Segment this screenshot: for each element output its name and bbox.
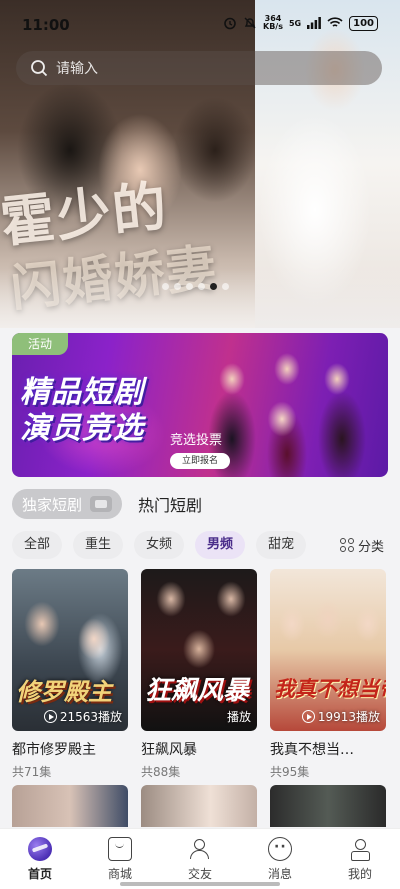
nav-label: 我的 xyxy=(347,867,372,881)
nav-friends[interactable]: 交友 xyxy=(160,829,240,889)
play-icon xyxy=(301,710,315,723)
play-count-text: 播放 xyxy=(226,710,251,724)
drama-episodes: 共71集 xyxy=(12,765,52,779)
drama-poster-partial[interactable] xyxy=(270,785,386,827)
nav-profile[interactable]: 我的 xyxy=(320,829,400,889)
play-count-text: 21563播放 xyxy=(59,710,122,724)
net-speed: 364 KB/s xyxy=(263,14,283,31)
nav-mall[interactable]: 商城 xyxy=(80,829,160,889)
carousel-dot[interactable] xyxy=(198,283,205,290)
drama-episodes: 共95集 xyxy=(270,765,310,779)
drama-card[interactable]: 修罗殿主 21563播放 都市修罗殿主 共71集 xyxy=(12,569,128,780)
classify-button[interactable]: 分类 xyxy=(330,531,400,559)
message-icon xyxy=(268,837,292,861)
drama-name[interactable]: 我真不想当… xyxy=(270,739,386,759)
tab-label: 独家短剧 xyxy=(22,495,83,514)
nav-label: 消息 xyxy=(267,867,292,881)
bottom-nav: 首页 商城 交友 消息 我的 xyxy=(0,828,400,889)
status-time: 11:00 xyxy=(22,16,70,34)
classify-label: 分类 xyxy=(358,539,385,555)
nav-label: 商城 xyxy=(107,867,132,881)
drama-grid: 修罗殿主 21563播放 都市修罗殿主 共71集 狂飙风暴 播放 狂飙风暴 共8… xyxy=(12,569,386,780)
search-input[interactable]: 请输入 xyxy=(56,58,98,78)
carousel-dots[interactable] xyxy=(162,283,229,290)
carousel-dot-active[interactable] xyxy=(210,283,217,290)
signal-label: 5G xyxy=(288,18,302,28)
event-tag: 活动 xyxy=(12,333,68,355)
drama-card[interactable]: 狂飙风暴 播放 狂飙风暴 共88集 xyxy=(141,569,257,780)
chip-female[interactable]: 女频 xyxy=(134,531,185,559)
carousel-dot[interactable] xyxy=(174,283,181,290)
home-icon xyxy=(28,837,52,861)
drama-grid-next-row xyxy=(12,785,386,827)
chip-male[interactable]: 男频 xyxy=(195,531,246,559)
tab-hot-dramas[interactable]: 热门短剧 xyxy=(138,492,202,516)
play-count: 21563播放 xyxy=(43,708,122,725)
main-tabs: 独家短剧 热门短剧 xyxy=(12,489,202,519)
nav-messages[interactable]: 消息 xyxy=(240,829,320,889)
poster-title: 狂飙风暴 xyxy=(145,676,250,706)
chip-all[interactable]: 全部 xyxy=(12,531,63,559)
signup-button[interactable]: 立即报名 xyxy=(170,453,230,469)
chip-sweet[interactable]: 甜宠 xyxy=(256,531,307,559)
mute-bell-icon xyxy=(244,17,256,29)
banner-title-line2: 演员竞选 xyxy=(20,411,144,446)
battery-indicator: 100 xyxy=(349,15,378,31)
drama-card[interactable]: 我真不想当帝师啊 19913播放 我真不想当… 共95集 xyxy=(270,569,386,780)
play-count-text: 19913播放 xyxy=(317,710,380,724)
drama-poster[interactable]: 狂飙风暴 播放 xyxy=(141,569,257,731)
friends-icon xyxy=(188,837,212,861)
alarm-icon xyxy=(224,17,236,30)
status-icons: 364 KB/s 5G 100 xyxy=(223,15,378,31)
drama-poster-partial[interactable] xyxy=(141,785,257,827)
drama-name[interactable]: 都市修罗殿主 xyxy=(12,739,128,759)
carousel-dot[interactable] xyxy=(162,283,169,290)
nav-label: 交友 xyxy=(187,867,212,881)
nav-home[interactable]: 首页 xyxy=(0,829,80,889)
event-banner[interactable]: 活动 精品短剧 演员竞选 竞选投票 立即报名 xyxy=(12,333,388,477)
chip-rebirth[interactable]: 重生 xyxy=(73,531,124,559)
banner-vote-text: 竞选投票 xyxy=(170,433,223,448)
drama-name[interactable]: 狂飙风暴 xyxy=(141,739,257,759)
poster-title: 我真不想当帝师啊 xyxy=(274,676,386,701)
carousel-dot[interactable] xyxy=(222,283,229,290)
play-count: 19913播放 xyxy=(301,708,380,725)
play-icon xyxy=(43,710,57,723)
carousel-dot[interactable] xyxy=(186,283,193,290)
search-icon xyxy=(31,60,48,77)
wifi-icon xyxy=(327,17,343,27)
drama-episodes: 共88集 xyxy=(141,765,181,779)
tab-exclusive-dramas[interactable]: 独家短剧 xyxy=(12,489,123,519)
drama-poster[interactable]: 我真不想当帝师啊 19913播放 xyxy=(270,569,386,731)
grid-icon xyxy=(340,538,354,552)
hero-fade xyxy=(0,268,400,328)
shopping-bag-icon xyxy=(108,837,132,861)
status-bar: 11:00 364 KB/s 5G 100 xyxy=(0,0,400,48)
drama-poster[interactable]: 修罗殿主 21563播放 xyxy=(12,569,128,731)
nav-label: 首页 xyxy=(27,867,52,881)
signal-icon xyxy=(307,17,322,29)
tv-icon xyxy=(90,496,113,512)
drama-poster-partial[interactable] xyxy=(12,785,128,827)
hero-carousel[interactable]: 霍少的 闪婚娇妻 xyxy=(0,0,400,328)
play-count: 播放 xyxy=(227,708,251,725)
home-indicator[interactable] xyxy=(120,882,280,886)
profile-icon xyxy=(348,837,372,861)
poster-title: 修罗殿主 xyxy=(16,677,112,706)
search-bar[interactable]: 请输入 xyxy=(16,51,382,85)
